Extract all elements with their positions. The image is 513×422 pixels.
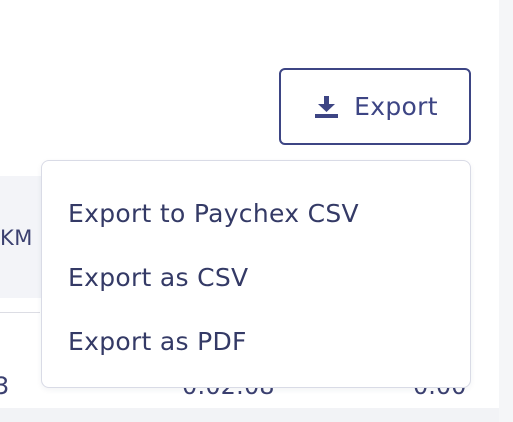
export-dropdown-menu: Export to Paychex CSV Export as CSV Expo… [41, 160, 471, 388]
table-header-km: KM [0, 226, 33, 250]
menu-item-export-csv[interactable]: Export as CSV [68, 263, 248, 292]
menu-item-export-paychex-csv[interactable]: Export to Paychex CSV [68, 199, 359, 228]
table-row-divider [0, 312, 40, 313]
export-button[interactable]: Export [279, 68, 471, 145]
page-gutter [499, 0, 513, 422]
download-icon [312, 95, 342, 119]
table-cell-a: 3 [0, 372, 10, 400]
menu-item-export-pdf[interactable]: Export as PDF [68, 327, 247, 356]
export-button-label: Export [354, 92, 438, 121]
table-footer-strip [0, 408, 499, 422]
